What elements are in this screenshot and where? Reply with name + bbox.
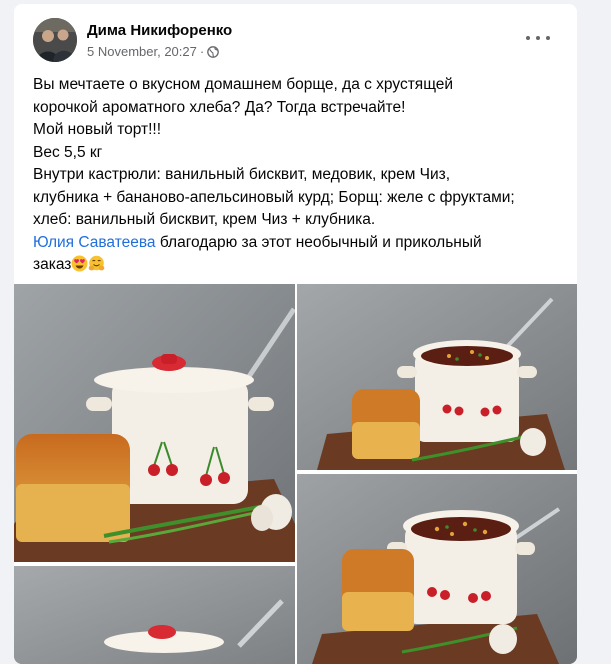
post-photo[interactable] — [297, 284, 577, 470]
last-line-text: заказ — [33, 256, 72, 273]
hugging-face-emoji — [88, 255, 105, 272]
post-header: Дима Никифоренко 5 November, 20:27 · — [14, 4, 577, 66]
post-line-last: заказ — [33, 254, 563, 277]
post-photo[interactable] — [297, 474, 577, 664]
post-line: Вес 5,5 кг — [33, 143, 103, 161]
post-meta: 5 November, 20:27 · — [87, 44, 220, 61]
post-line-mention: Юлия Саватеева благодарю за этот необычн… — [33, 232, 563, 255]
post-line: Внутри кастрюли: ванильный бисквит, медо… — [33, 166, 451, 183]
post-timestamp[interactable]: 5 November, 20:27 — [87, 44, 197, 59]
mention-link[interactable]: Юлия Саватеева — [33, 234, 156, 251]
author-name[interactable]: Дима Никифоренко — [87, 22, 232, 39]
post-line: Вы мечтаете о вкусном домашнем борще, да… — [33, 76, 454, 93]
mention-rest: благодарю за этот необычный и прикольный — [155, 233, 482, 251]
post-line: Мой новый торт!!! — [33, 121, 162, 138]
post-line: корочкой ароматного хлеба? Да? Тогда вст… — [33, 98, 406, 116]
author-avatar[interactable] — [33, 18, 77, 62]
post-photo[interactable] — [14, 566, 295, 664]
post-line: клубника + бананово-апельсиновый курд; Б… — [33, 188, 515, 206]
globe-icon — [207, 46, 220, 61]
post-line: хлеб: ванильный бисквит, крем Чиз + клуб… — [33, 211, 376, 228]
meta-separator: · — [199, 44, 205, 59]
more-options-icon[interactable] — [524, 30, 552, 46]
post-text: Вы мечтаете о вкусном домашнем борще, да… — [33, 74, 563, 277]
post-photo[interactable] — [14, 284, 295, 562]
heart-eyes-emoji — [71, 255, 88, 272]
post-card: Дима Никифоренко 5 November, 20:27 · Вы м… — [14, 4, 577, 664]
